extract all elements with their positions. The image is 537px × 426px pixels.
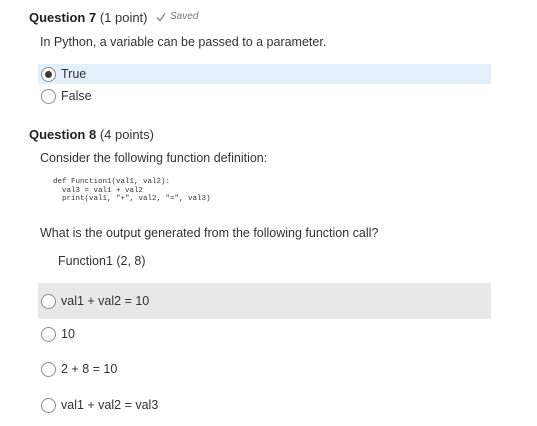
- function-call: Function1 (2, 8): [58, 254, 146, 268]
- q7-option-false[interactable]: False: [38, 86, 491, 106]
- radio-button[interactable]: [41, 88, 56, 104]
- radio-button[interactable]: [41, 397, 56, 413]
- option-label: val1 + val2 = 10: [61, 294, 150, 308]
- question-7-prompt: In Python, a variable can be passed to a…: [40, 35, 327, 49]
- code-block: def Function1(val1, val2): val3 = val1 +…: [53, 178, 211, 203]
- q7-option-true[interactable]: True: [38, 64, 491, 84]
- radio-button[interactable]: [41, 326, 56, 342]
- question-7-title: Question 7 (1 point): [29, 10, 148, 25]
- radio-button[interactable]: [41, 293, 56, 309]
- question-8-prompt: Consider the following function definiti…: [40, 151, 268, 165]
- q8-option-2[interactable]: 10: [38, 323, 491, 345]
- option-label: 2 + 8 = 10: [61, 362, 118, 376]
- q8-option-3[interactable]: 2 + 8 = 10: [38, 358, 491, 380]
- option-label: 10: [61, 327, 75, 341]
- option-label: val1 + val2 = val3: [61, 398, 159, 412]
- question-8-title: Question 8 (4 points): [29, 127, 154, 142]
- question-8-subprompt: What is the output generated from the fo…: [40, 226, 379, 240]
- option-label: True: [61, 67, 87, 81]
- option-label: False: [61, 89, 92, 103]
- question-number: Question 7: [29, 10, 97, 25]
- q8-option-1[interactable]: val1 + val2 = 10: [38, 283, 491, 319]
- radio-button-checked[interactable]: [41, 66, 56, 82]
- question-number: Question 8: [29, 127, 97, 142]
- question-points: (4 points): [99, 127, 155, 142]
- question-points: (1 point): [99, 10, 148, 25]
- saved-status: Saved: [156, 11, 198, 22]
- radio-button[interactable]: [41, 361, 56, 377]
- q8-option-4[interactable]: val1 + val2 = val3: [38, 394, 491, 416]
- saved-label: Saved: [170, 11, 199, 22]
- checkmark-icon: [156, 12, 166, 22]
